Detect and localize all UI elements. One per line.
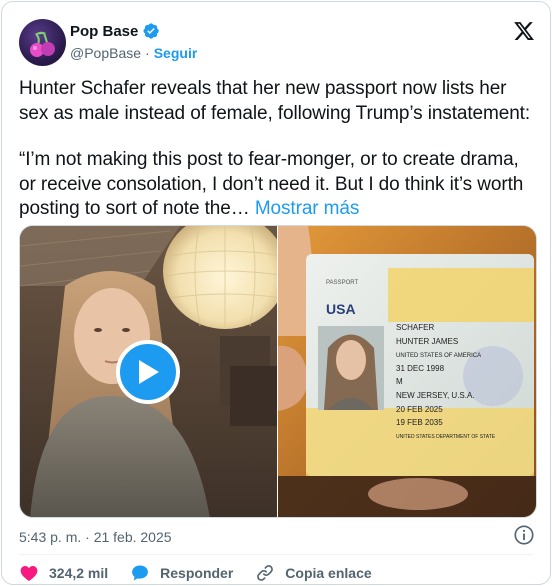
media-grid: PASSPORT USA SCHAFER HUNTER JAMES UNITED… [19, 225, 537, 518]
info-icon[interactable] [513, 524, 535, 546]
follow-button[interactable]: Seguir [154, 45, 198, 61]
passport-given-names: HUNTER JAMES [396, 337, 458, 346]
passport-country: USA [326, 301, 356, 317]
action-bar: 324,2 mil Responder Copia enlace [19, 563, 394, 583]
like-button[interactable]: 324,2 mil [19, 563, 108, 583]
avatar[interactable] [19, 19, 66, 66]
x-logo-icon[interactable] [513, 20, 535, 42]
show-more-link[interactable]: Mostrar más [255, 198, 360, 219]
author-handle[interactable]: @PopBase [70, 45, 141, 61]
passport-authority: UNITED STATES DEPARTMENT OF STATE [396, 434, 496, 440]
tweet-card: Pop Base @PopBase · Seguir Hunter Schafe… [1, 1, 551, 585]
copy-link-label: Copia enlace [285, 565, 372, 581]
passport-photo[interactable]: PASSPORT USA SCHAFER HUNTER JAMES UNITED… [278, 226, 536, 517]
verified-badge-icon [143, 23, 160, 39]
play-button[interactable] [116, 340, 180, 404]
author-handle-row: @PopBase · Seguir [70, 45, 197, 61]
tweet-paragraph-2: “I’m not making this post to fear-monger… [19, 148, 539, 222]
passport-image: PASSPORT USA SCHAFER HUNTER JAMES UNITED… [278, 226, 536, 517]
passport-surname: SCHAFER [396, 323, 434, 332]
passport-place-of-birth: NEW JERSEY, U.S.A. [396, 391, 475, 400]
passport-issue-date: 20 FEB 2025 [396, 405, 443, 414]
video-thumbnail[interactable] [20, 226, 277, 517]
like-count: 324,2 mil [49, 565, 109, 581]
reply-bubble-icon [132, 565, 149, 581]
tweet-paragraph-1: Hunter Schafer reveals that her new pass… [19, 78, 531, 124]
passport-expiry-date: 19 FEB 2035 [396, 418, 443, 427]
reply-label: Responder [160, 565, 234, 581]
passport-sex: M [396, 377, 403, 386]
author-name[interactable]: Pop Base [70, 23, 138, 40]
divider [19, 554, 533, 555]
heart-icon [20, 566, 38, 581]
author-name-row: Pop Base [70, 22, 160, 40]
tweet-text: Hunter Schafer reveals that her new pass… [19, 77, 539, 244]
link-icon [257, 565, 274, 581]
play-icon [139, 360, 159, 384]
reply-button[interactable]: Responder [130, 563, 233, 583]
separator-dot: · [145, 45, 150, 61]
copy-link-button[interactable]: Copia enlace [255, 563, 372, 583]
passport-nationality: UNITED STATES OF AMERICA [396, 353, 481, 359]
passport-dob: 31 DEC 1998 [396, 364, 445, 373]
passport-label: PASSPORT [326, 280, 358, 286]
tweet-timestamp[interactable]: 5:43 p. m. · 21 feb. 2025 [19, 529, 172, 545]
cherry-logo-icon [30, 31, 55, 57]
